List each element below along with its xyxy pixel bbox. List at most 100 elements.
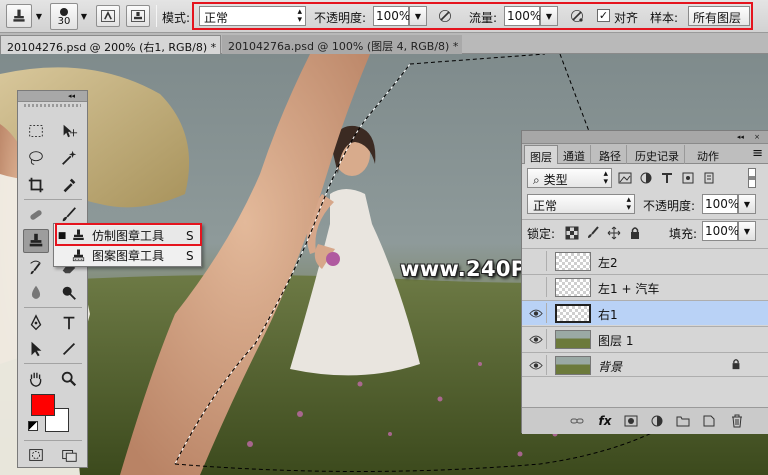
layers-panel-header[interactable]: ◂◂ ×: [522, 131, 768, 144]
hand-tool[interactable]: [23, 367, 49, 391]
default-colors-icon[interactable]: [28, 421, 38, 431]
panel-grip[interactable]: [24, 104, 81, 107]
tab-history[interactable]: 历史记录: [630, 145, 685, 164]
tab-channels[interactable]: 通道: [558, 145, 591, 164]
filter-smart-object-button[interactable]: [700, 169, 718, 187]
new-group-button[interactable]: [674, 413, 692, 429]
filter-adjustment-button[interactable]: [637, 169, 655, 187]
layer-thumbnail: [555, 356, 591, 375]
move-tool[interactable]: [56, 119, 82, 143]
type-tool[interactable]: [56, 311, 82, 335]
bandage-icon: [30, 210, 42, 220]
new-adjustment-button[interactable]: [648, 413, 666, 429]
layer-row-selected[interactable]: 右1: [522, 300, 768, 325]
quick-mask-button[interactable]: [23, 443, 49, 467]
move-icon: [63, 124, 78, 138]
filter-pixel-button[interactable]: [616, 169, 634, 187]
tools-panel-header[interactable]: ◂◂: [18, 91, 87, 102]
fill-input[interactable]: 100%: [702, 221, 740, 241]
smart-object-icon: [704, 172, 714, 184]
lasso-tool[interactable]: [23, 146, 49, 170]
layer-row[interactable]: 左1 + 汽车: [522, 274, 768, 299]
folder-icon: [676, 416, 690, 427]
clone-stamp-tool[interactable]: [23, 229, 49, 253]
delete-layer-button[interactable]: [728, 413, 746, 429]
arrow-icon: [31, 341, 42, 357]
toggle-brush-panel-button[interactable]: [96, 5, 120, 27]
fill-value: 100%: [705, 224, 740, 238]
layer-name: 右1: [598, 308, 618, 322]
blend-mode-select[interactable]: 正常 ▴ ▾: [527, 194, 635, 214]
filter-shape-button[interactable]: [679, 169, 697, 187]
brush-icon: [588, 226, 599, 238]
blend-mode-value: 正常: [533, 199, 558, 213]
layer-opacity-value: 100%: [705, 197, 740, 211]
add-mask-button[interactable]: [622, 413, 640, 429]
collapse-icon[interactable]: ◂◂: [737, 133, 744, 141]
pattern-stamp-menu-item[interactable]: 图案图章工具 S: [56, 246, 200, 265]
eye-icon: [528, 335, 543, 343]
crop-tool[interactable]: [23, 173, 49, 197]
history-brush-tool[interactable]: [23, 255, 49, 279]
tab-actions[interactable]: 动作: [692, 145, 724, 164]
dodge-tool[interactable]: [56, 281, 82, 305]
layer-name: 背景: [598, 360, 623, 374]
new-layer-button[interactable]: [700, 413, 718, 429]
layer-opacity-dropdown[interactable]: ▼: [738, 194, 756, 214]
visibility-toggle[interactable]: [525, 303, 547, 323]
spinner-icon: ▴ ▾: [626, 195, 631, 213]
doc-tab-2[interactable]: 20104276a.psd @ 100% (图层 4, RGB/8) * ×: [222, 35, 462, 54]
marquee-tool[interactable]: [23, 119, 49, 143]
link-icon: [570, 418, 584, 424]
line-tool[interactable]: [56, 337, 82, 361]
fill-dropdown[interactable]: ▼: [738, 221, 756, 241]
filter-toggle[interactable]: [748, 168, 756, 188]
visibility-toggle[interactable]: [525, 329, 547, 349]
brush-size-dropdown[interactable]: ▼: [79, 8, 89, 24]
fx-icon: fx: [598, 414, 612, 428]
tool-preset-dropdown[interactable]: ▼: [34, 8, 44, 24]
clone-stamp-preset-picker[interactable]: [6, 4, 32, 28]
dodge-icon: [62, 286, 76, 300]
tab-layers[interactable]: 图层: [524, 145, 558, 164]
layer-opacity-input[interactable]: 100%: [702, 194, 740, 214]
collapse-icon[interactable]: ◂◂: [68, 92, 75, 100]
brush-preset-picker[interactable]: 30: [50, 3, 78, 30]
close-icon[interactable]: ×: [220, 41, 221, 54]
mask-icon: [624, 415, 638, 427]
foreground-color-swatch[interactable]: [31, 394, 55, 416]
lock-all-button[interactable]: [626, 224, 644, 242]
eyedropper-tool[interactable]: [56, 173, 82, 197]
zoom-tool[interactable]: [56, 367, 82, 391]
layer-style-button[interactable]: fx: [596, 413, 614, 429]
lock-position-button[interactable]: [605, 224, 623, 242]
toggle-clone-source-panel-button[interactable]: [126, 5, 150, 27]
pen-tool[interactable]: [23, 311, 49, 335]
layer-row[interactable]: 图层 1: [522, 326, 768, 351]
eyedropper-icon: [63, 178, 76, 193]
visibility-toggle[interactable]: [525, 355, 547, 375]
visibility-toggle[interactable]: [525, 277, 547, 297]
checker-icon: [565, 226, 579, 240]
lock-pixels-button[interactable]: [584, 224, 602, 242]
close-panel-icon[interactable]: ×: [754, 133, 760, 141]
tab-paths[interactable]: 路径: [594, 145, 627, 164]
visibility-toggle[interactable]: [525, 251, 547, 271]
tools-divider: [24, 440, 82, 441]
magic-wand-tool[interactable]: [56, 146, 82, 170]
blur-tool[interactable]: [23, 281, 49, 305]
filter-type-button[interactable]: [658, 169, 676, 187]
screen-mode-button[interactable]: [56, 443, 82, 467]
doc-tab-1[interactable]: 20104276.psd @ 200% (右1, RGB/8) *×: [0, 35, 221, 54]
quick-mask-icon: [29, 449, 43, 461]
eye-icon: [528, 361, 543, 369]
path-selection-tool[interactable]: [23, 337, 49, 361]
filter-kind-select[interactable]: ⌕ 类型 ▴ ▾: [527, 168, 612, 188]
layer-row[interactable]: 左2: [522, 248, 768, 273]
lock-transparent-button[interactable]: [563, 224, 581, 242]
layer-row[interactable]: 背景: [522, 352, 768, 377]
healing-brush-tool[interactable]: [23, 203, 49, 227]
panel-menu-icon[interactable]: ≡: [752, 146, 763, 161]
search-icon: ⌕: [533, 173, 540, 187]
link-layers-button[interactable]: [568, 413, 586, 429]
